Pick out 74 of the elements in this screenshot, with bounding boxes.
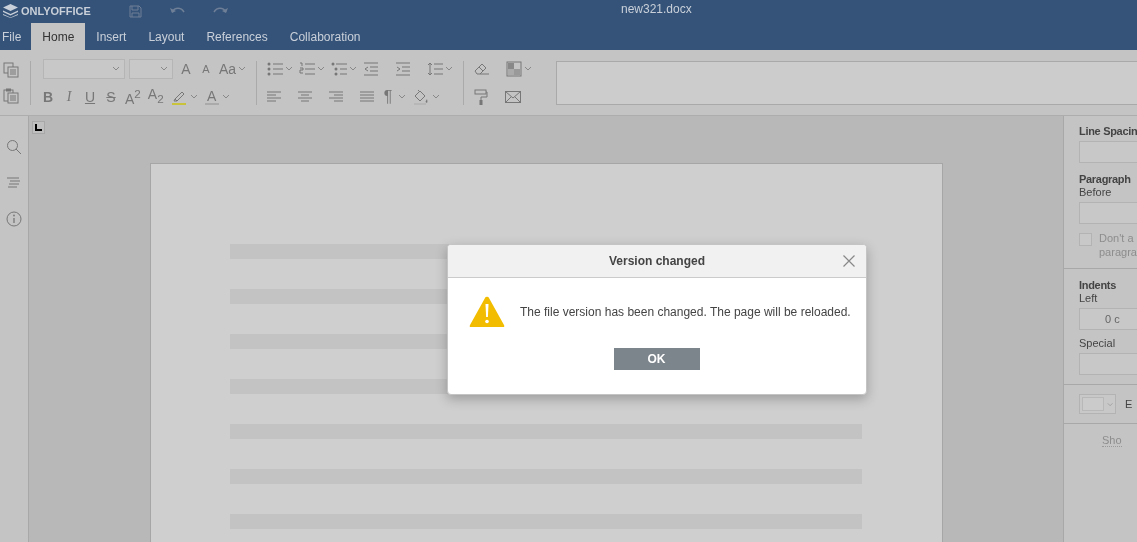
caret-icon[interactable] <box>317 66 326 71</box>
menu-tab[interactable]: Layout <box>137 23 196 50</box>
justify-icon[interactable] <box>360 90 375 103</box>
envelope-icon[interactable] <box>505 90 522 103</box>
tab-stop-icon[interactable] <box>32 121 45 134</box>
multilevel-list-icon[interactable] <box>331 61 348 76</box>
menu-tab[interactable]: References <box>195 23 279 50</box>
increase-indent-icon[interactable] <box>395 61 412 76</box>
italic-button[interactable]: I <box>62 88 76 105</box>
special-label: Special <box>1079 337 1117 350</box>
logo-icon <box>3 4 18 18</box>
align-right-icon[interactable] <box>329 90 344 103</box>
before-label: Before <box>1079 186 1113 199</box>
caret-icon <box>160 66 168 71</box>
paste-icon[interactable] <box>3 87 19 104</box>
strikethrough-button[interactable]: S <box>104 88 118 105</box>
superscript-button[interactable]: A$^{2}$ <box>125 86 141 107</box>
paint-bucket-icon[interactable] <box>413 88 430 105</box>
align-left-icon[interactable] <box>267 90 282 103</box>
left-indent-field[interactable]: 0 c <box>1079 308 1137 330</box>
styles-gallery[interactable] <box>556 60 1137 105</box>
search-icon[interactable] <box>6 139 22 155</box>
decrease-indent-icon[interactable] <box>363 61 380 76</box>
caret-icon[interactable] <box>221 94 230 99</box>
menu-tab[interactable]: Home <box>31 23 86 50</box>
info-icon[interactable] <box>6 211 22 227</box>
menu-tab[interactable]: File <box>0 23 32 50</box>
caret-icon <box>1106 401 1113 407</box>
redo-icon[interactable] <box>213 6 228 16</box>
color-label: E <box>1125 397 1133 411</box>
caret-icon <box>112 66 120 71</box>
font-name-dropdown[interactable] <box>43 58 125 79</box>
numbered-list-icon[interactable] <box>299 61 316 76</box>
line-spacing-label: Line Spacin <box>1079 125 1137 138</box>
app-logo: ONLYOFFICE <box>21 5 91 17</box>
caret-icon[interactable] <box>238 66 247 71</box>
decrease-font-button[interactable]: A <box>199 60 213 77</box>
font-color-button[interactable]: A <box>204 88 219 105</box>
eraser-icon[interactable] <box>474 61 491 76</box>
caret-icon[interactable] <box>445 66 454 71</box>
paint-roller-icon[interactable] <box>474 88 489 105</box>
align-center-icon[interactable] <box>298 90 313 103</box>
bold-button[interactable]: B <box>41 88 55 105</box>
subscript-button[interactable]: A$_{2}$ <box>147 86 164 107</box>
caret-icon[interactable] <box>524 66 533 71</box>
change-case-button[interactable]: Aa <box>219 60 237 77</box>
caret-icon[interactable] <box>432 94 441 99</box>
font-size-dropdown[interactable] <box>129 58 173 79</box>
increase-font-button[interactable]: A <box>179 60 193 77</box>
dialog-title: Version changed <box>609 254 705 268</box>
paragraph-spacing-label: Paragraph <box>1079 173 1132 186</box>
underline-button[interactable]: U <box>83 88 97 105</box>
shading-icon[interactable] <box>506 60 523 77</box>
document-title: new321.docx <box>621 2 692 16</box>
caret-icon[interactable] <box>189 94 198 99</box>
menu-tab[interactable]: Collaboration <box>278 23 372 50</box>
navigation-icon[interactable] <box>7 177 21 189</box>
bullet-list-icon[interactable] <box>267 61 284 76</box>
left-label: Left <box>1079 292 1099 305</box>
caret-icon[interactable] <box>349 66 358 71</box>
save-icon[interactable] <box>129 4 142 18</box>
line-spacing-icon[interactable] <box>427 61 444 76</box>
paragraph-mark-button[interactable]: ¶ <box>381 88 396 105</box>
warning-icon <box>469 296 505 328</box>
ok-button[interactable]: OK <box>613 348 700 370</box>
caret-icon[interactable] <box>285 66 294 71</box>
color-picker[interactable] <box>1079 394 1116 414</box>
indents-label: Indents <box>1079 279 1117 292</box>
dialog-message: The file version has been changed. The page will be reloaded. <box>520 305 851 319</box>
copy-icon[interactable] <box>3 61 19 78</box>
caret-icon[interactable] <box>398 94 407 99</box>
close-icon[interactable] <box>843 255 855 267</box>
menu-tab[interactable]: Insert <box>85 23 138 50</box>
undo-icon[interactable] <box>170 6 185 16</box>
